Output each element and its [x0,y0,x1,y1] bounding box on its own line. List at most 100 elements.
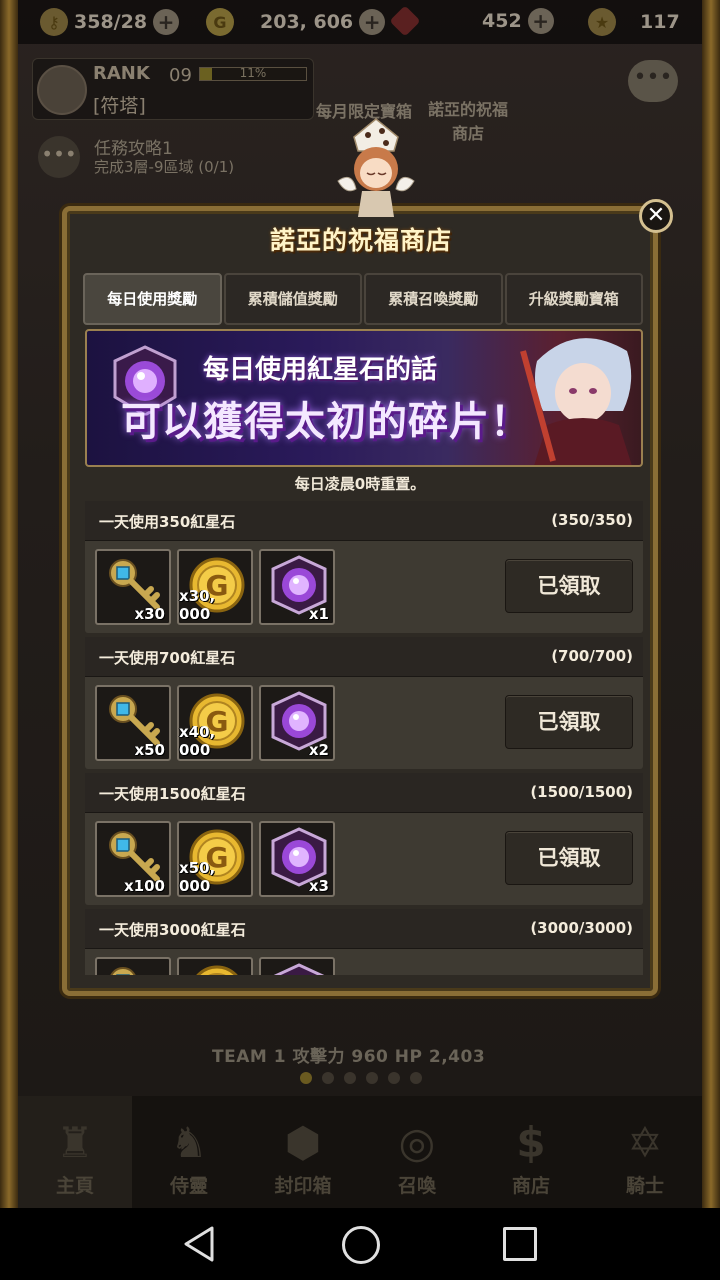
rank-progress-bar: 11% [199,66,307,81]
shop-icon: $ [516,1118,546,1167]
stamina-count: 117 [640,11,680,33]
reset-note: 每日凌晨0時重置。 [294,475,426,493]
nav-shop[interactable]: $ 商店 [474,1096,588,1208]
add-gold-button[interactable]: + [359,9,386,35]
rank-panel[interactable]: RANK 09 11% [符塔] [32,58,314,120]
reward-qty: x50, 000 [179,859,216,895]
tab-level-up-chest[interactable]: 升級獎勵寶箱 [504,273,643,325]
avatar[interactable] [37,65,87,115]
keys-resource: ⚷ 358/28 + [40,8,180,36]
nav-spirits[interactable]: ♞ 侍靈 [132,1096,246,1208]
reward-qty: x30, 000 [179,587,216,623]
left-frame [0,0,18,1208]
bottom-nav: ♜ 主頁 ♞ 侍靈 ⬢ 封印箱 ◎ 召喚 $ 商店 ✡ 騎士 [18,1096,702,1208]
page-indicator [300,1072,422,1084]
reward-list[interactable]: 一天使用350紅星石 (350/350) x30 Gx30, 000 x1 已領取 一天使用… [85,501,643,975]
reward-items: G [95,957,335,975]
reward-items: x50 Gx40, 000 x2 [95,685,335,761]
claimed-button[interactable]: 已領取 [505,695,633,749]
reward-row-header: 一天使用3000紅星石 (3000/3000) [85,909,643,949]
nav-label: 主頁 [55,1175,94,1197]
mascot-icon [337,118,415,217]
reward-row: 一天使用700紅星石 (700/700) x50 Gx40, 000 x2 已領取 [85,637,643,769]
reward-qty: x2 [308,741,329,759]
tab-cumulative-topup[interactable]: 累積儲值獎勵 [223,273,362,325]
reward-item[interactable]: Gx30, 000 [177,549,253,625]
reward-item[interactable]: x30 [95,549,171,625]
right-frame [702,0,720,1208]
gem-resource: 452 + [389,5,554,37]
home-icon[interactable] [342,1226,380,1264]
gem-count: 452 [482,10,522,32]
rank-label: RANK [93,63,150,84]
gold-count: 203, 606 [260,11,354,33]
dialog-title: 諾亞的祝福商店 [269,226,452,255]
resource-bar: ⚷ 358/28 + G 203, 606 + 452 + ★ 117 [18,0,702,44]
reward-row-header: 一天使用700紅星石 (700/700) [85,637,643,677]
tab-cumulative-summon[interactable]: 累積召喚獎勵 [364,273,503,325]
reward-progress: (3000/3000) [530,919,633,937]
android-nav-bar [0,1208,720,1280]
key-icon: ⚷ [40,8,68,36]
reward-condition: 一天使用350紅星石 [99,513,236,531]
seal-box-icon: ⬢ [284,1118,322,1167]
reward-item[interactable]: Gx50, 000 [177,821,253,897]
reward-item[interactable]: G [177,957,253,975]
back-icon[interactable] [182,1226,218,1262]
knight-icon: ✡ [627,1118,663,1167]
noa-shop-shortcut[interactable]: 諾亞的祝福商店 [428,98,508,146]
promo-banner: 每日使用紅星石的話 可以獲得太初的碎片！ [85,329,643,467]
reward-item[interactable]: x2 [259,685,335,761]
gold-resource: G 203, 606 + [206,8,386,36]
spirits-icon: ♞ [170,1118,208,1167]
quest-desc: 完成3層-9區域 (0/1) [94,158,235,176]
reward-progress: (1500/1500) [530,783,633,801]
gold-coin-icon: G [206,8,234,36]
red-gem-icon [389,5,421,37]
nav-summon[interactable]: ◎ 召喚 [360,1096,474,1208]
more-icon[interactable]: ••• [38,136,80,178]
add-keys-button[interactable]: + [153,9,180,35]
reward-item[interactable] [95,957,171,975]
page-dot [344,1072,356,1084]
reward-item[interactable]: x100 [95,821,171,897]
reward-item[interactable]: x1 [259,549,335,625]
chat-icon[interactable]: ••• [628,60,678,102]
reward-row-header: 一天使用350紅星石 (350/350) [85,501,643,541]
reward-item[interactable] [259,957,335,975]
nav-seal-box[interactable]: ⬢ 封印箱 [246,1096,360,1208]
recents-icon[interactable] [503,1227,537,1261]
rank-level: 09 [169,65,192,86]
reward-row: 一天使用350紅星石 (350/350) x30 Gx30, 000 x1 已領取 [85,501,643,633]
add-gems-button[interactable]: + [527,8,554,34]
summon-icon: ◎ [398,1118,436,1167]
reward-qty: x3 [308,877,329,895]
reward-item[interactable]: Gx40, 000 [177,685,253,761]
page-dot [388,1072,400,1084]
page-dot [410,1072,422,1084]
tab-daily-usage[interactable]: 每日使用獎勵 [83,273,222,325]
nav-label: 侍靈 [169,1175,208,1197]
quest-tracker[interactable]: ••• 任務攻略1 完成3層-9區域 (0/1) [38,134,298,180]
reward-qty: x50 [134,741,165,759]
nav-label: 商店 [511,1175,550,1197]
nav-label: 封印箱 [274,1175,332,1197]
banner-subheadline: 可以獲得太初的碎片！ [121,399,531,445]
reward-row-header: 一天使用1500紅星石 (1500/1500) [85,773,643,813]
claimed-button[interactable]: 已領取 [505,559,633,613]
reward-item[interactable]: x50 [95,685,171,761]
rank-subtitle: [符塔] [93,95,146,117]
nav-home[interactable]: ♜ 主頁 [18,1096,132,1208]
page-dot [322,1072,334,1084]
castle-icon: ♜ [56,1118,94,1167]
reward-qty: x40, 000 [179,723,216,759]
claimed-button[interactable]: 已領取 [505,831,633,885]
keys-count: 358/28 [74,11,148,33]
close-icon[interactable]: ✕ [639,199,673,233]
page-dot [300,1072,312,1084]
reward-qty: x1 [308,605,329,623]
nav-knight[interactable]: ✡ 騎士 [588,1096,702,1208]
reward-item[interactable]: x3 [259,821,335,897]
reward-progress: (700/700) [551,647,633,665]
stamina-resource: ★ 117 [588,8,680,36]
